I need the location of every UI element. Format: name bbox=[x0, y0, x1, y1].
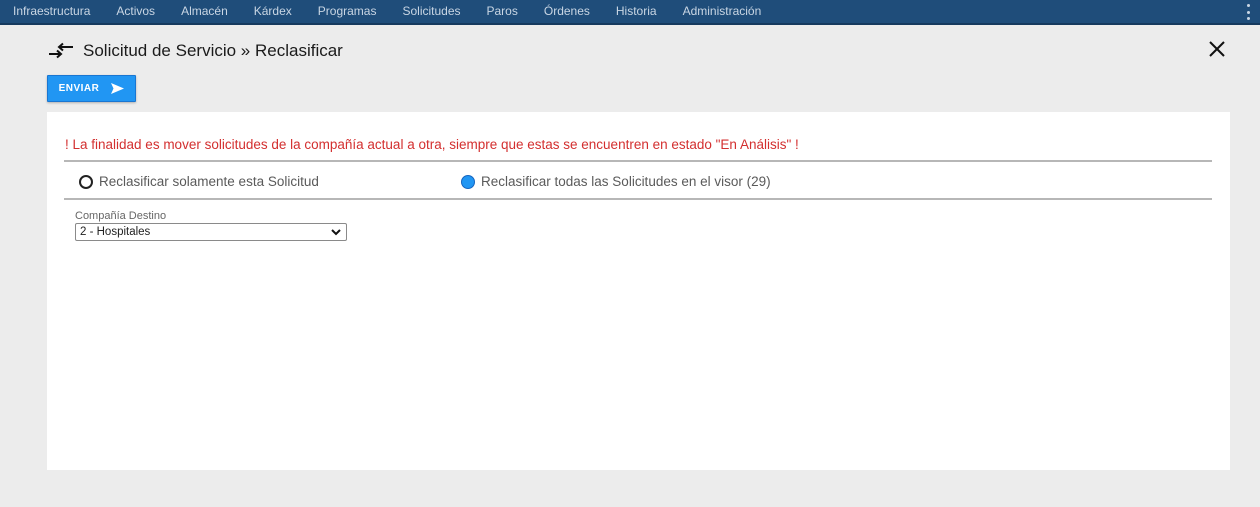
nav-item-almacen[interactable]: Almacén bbox=[168, 0, 241, 24]
nav-item-activos[interactable]: Activos bbox=[103, 0, 168, 24]
radio-option-label: Reclasificar todas las Solicitudes en el… bbox=[481, 174, 771, 189]
form-card: ! La finalidad es mover solicitudes de l… bbox=[47, 112, 1230, 470]
radio-unselected-icon[interactable] bbox=[79, 174, 93, 189]
reclassify-icon bbox=[49, 42, 73, 59]
close-icon[interactable] bbox=[1208, 40, 1226, 58]
company-destination-label: Compañía Destino bbox=[75, 210, 167, 222]
more-options-icon[interactable] bbox=[1246, 4, 1250, 20]
nav-item-administracion[interactable]: Administración bbox=[670, 0, 775, 24]
page-title: Solicitud de Servicio » Reclasificar bbox=[83, 41, 343, 60]
top-navigation-bar: Infraestructura Activos Almacén Kárdex P… bbox=[0, 0, 1260, 25]
nav-item-solicitudes[interactable]: Solicitudes bbox=[389, 0, 473, 24]
nav-item-programas[interactable]: Programas bbox=[305, 0, 390, 24]
nav-item-kardex[interactable]: Kárdex bbox=[241, 0, 305, 24]
nav-item-infraestructura[interactable]: Infraestructura bbox=[0, 0, 103, 24]
reclassify-scope-group: Reclasificar solamente esta Solicitud Re… bbox=[64, 160, 1212, 200]
chevron-down-icon bbox=[331, 229, 341, 236]
send-icon bbox=[111, 83, 125, 94]
radio-option-all-in-viewer[interactable]: Reclasificar todas las Solicitudes en el… bbox=[461, 174, 771, 189]
nav-item-historia[interactable]: Historia bbox=[603, 0, 670, 24]
radio-option-only-this[interactable]: Reclasificar solamente esta Solicitud bbox=[79, 174, 319, 189]
nav-item-ordenes[interactable]: Órdenes bbox=[531, 0, 603, 24]
company-destination-select[interactable]: 2 - Hospitales bbox=[75, 223, 347, 241]
send-button[interactable]: ENVIAR bbox=[47, 75, 136, 102]
page-header: Solicitud de Servicio » Reclasificar bbox=[47, 38, 343, 64]
nav-item-paros[interactable]: Paros bbox=[474, 0, 531, 24]
radio-option-label: Reclasificar solamente esta Solicitud bbox=[99, 174, 319, 189]
company-destination-value: 2 - Hospitales bbox=[80, 226, 151, 238]
warning-message: ! La finalidad es mover solicitudes de l… bbox=[65, 137, 799, 152]
radio-selected-icon[interactable] bbox=[461, 174, 475, 189]
send-button-label: ENVIAR bbox=[58, 83, 100, 94]
